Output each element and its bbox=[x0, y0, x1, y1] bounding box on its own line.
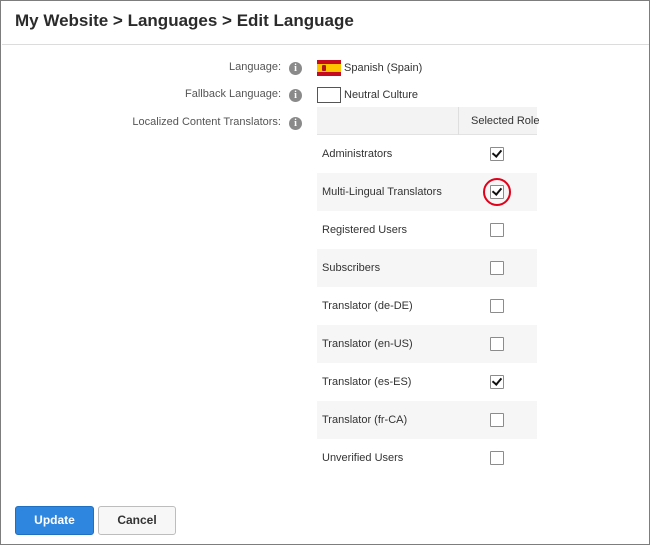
info-icon[interactable]: i bbox=[289, 89, 302, 102]
neutral-culture-flag-icon bbox=[317, 87, 341, 103]
checkmark-icon bbox=[491, 375, 503, 386]
role-checkbox[interactable] bbox=[490, 299, 504, 313]
table-row: Subscribers bbox=[317, 249, 537, 287]
role-name: Unverified Users bbox=[322, 452, 404, 464]
fallback-language-label: Fallback Language: bbox=[184, 88, 281, 100]
role-checkbox[interactable] bbox=[490, 451, 504, 465]
role-name: Translator (en-US) bbox=[322, 338, 413, 350]
table-row: Translator (fr-CA) bbox=[317, 401, 537, 439]
role-name: Translator (es-ES) bbox=[322, 376, 412, 388]
role-checkbox[interactable] bbox=[490, 413, 504, 427]
role-name: Translator (fr-CA) bbox=[322, 414, 408, 426]
table-row: Translator (es-ES) bbox=[317, 363, 537, 401]
info-icon[interactable]: i bbox=[289, 117, 302, 130]
localized-content-translators-label: Localized Content Translators: bbox=[132, 116, 281, 128]
highlight-circle bbox=[483, 178, 511, 206]
table-row: Administrators bbox=[317, 135, 537, 173]
update-button[interactable]: Update bbox=[15, 506, 94, 535]
info-icon[interactable]: i bbox=[289, 62, 302, 75]
edit-language-panel: My Website > Languages > Edit Language L… bbox=[0, 0, 650, 545]
page-title: My Website > Languages > Edit Language bbox=[15, 11, 354, 30]
role-checkbox[interactable] bbox=[490, 375, 504, 389]
role-name: Multi-Lingual Translators bbox=[322, 186, 442, 198]
role-name: Administrators bbox=[322, 148, 393, 160]
table-row: Unverified Users bbox=[317, 439, 537, 477]
role-name: Registered Users bbox=[322, 224, 407, 236]
table-row: Multi-Lingual Translators bbox=[317, 173, 537, 211]
language-label: Language: bbox=[229, 61, 281, 73]
role-checkbox[interactable] bbox=[490, 337, 504, 351]
role-name: Translator (de-DE) bbox=[322, 300, 413, 312]
role-checkbox[interactable] bbox=[490, 223, 504, 237]
roles-table-header: Selected Role bbox=[317, 107, 540, 135]
selected-role-column-header: Selected Role bbox=[471, 115, 540, 127]
spain-flag-icon bbox=[317, 60, 341, 76]
title-divider bbox=[2, 44, 649, 45]
role-name: Subscribers bbox=[322, 262, 381, 274]
role-checkbox[interactable] bbox=[490, 147, 504, 161]
role-checkbox[interactable] bbox=[490, 261, 504, 275]
language-value: Spanish (Spain) bbox=[344, 62, 423, 74]
checkmark-icon bbox=[491, 147, 503, 158]
table-row: Translator (en-US) bbox=[317, 325, 537, 363]
table-row: Registered Users bbox=[317, 211, 537, 249]
cancel-button[interactable]: Cancel bbox=[98, 506, 176, 535]
fallback-language-value: Neutral Culture bbox=[344, 89, 418, 101]
column-divider bbox=[458, 107, 459, 135]
table-row: Translator (de-DE) bbox=[317, 287, 537, 325]
